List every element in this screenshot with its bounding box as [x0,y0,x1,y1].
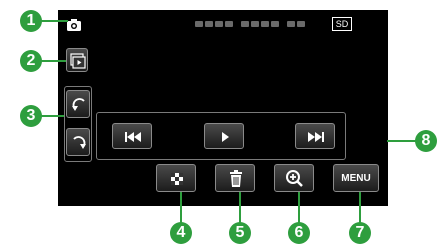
callout-2: 2 [20,50,42,72]
skip-next-icon [308,132,324,142]
play-icon [222,132,229,142]
index-grid-icon [171,173,183,185]
playback-switch-button[interactable] [66,48,88,72]
rotate-left-icon [72,98,85,111]
callout-leader [40,60,66,62]
datetime-display [195,19,315,29]
callout-5: 5 [229,222,251,244]
rotate-right-icon [73,136,86,149]
previous-button[interactable] [112,123,152,149]
trash-icon [230,170,242,187]
callout-leader [239,192,241,226]
zoom-button[interactable] [274,164,314,192]
delete-button[interactable] [215,164,255,192]
zoom-in-icon [286,170,303,187]
callout-6: 6 [288,222,310,244]
rotate-left-button[interactable] [66,90,90,118]
callout-leader [359,192,361,226]
callout-1: 1 [20,10,42,32]
skip-previous-icon [125,132,141,142]
menu-button[interactable]: MENU [333,164,379,192]
callout-4: 4 [170,222,192,244]
callout-leader [387,140,417,142]
lcd-screen: SD MENU [58,10,388,206]
callout-7: 7 [349,222,371,244]
callout-leader [180,192,182,226]
camera-icon[interactable] [66,17,82,33]
callout-leader [298,192,300,226]
sd-badge: SD [332,17,352,31]
playback-switch-icon [70,53,86,69]
callout-8: 8 [415,130,437,152]
next-button[interactable] [295,123,335,149]
play-button[interactable] [204,123,244,149]
rotate-right-button[interactable] [66,128,90,156]
index-button[interactable] [156,164,196,192]
callout-leader [40,115,64,117]
callout-3: 3 [20,105,42,127]
callout-leader [40,20,68,22]
